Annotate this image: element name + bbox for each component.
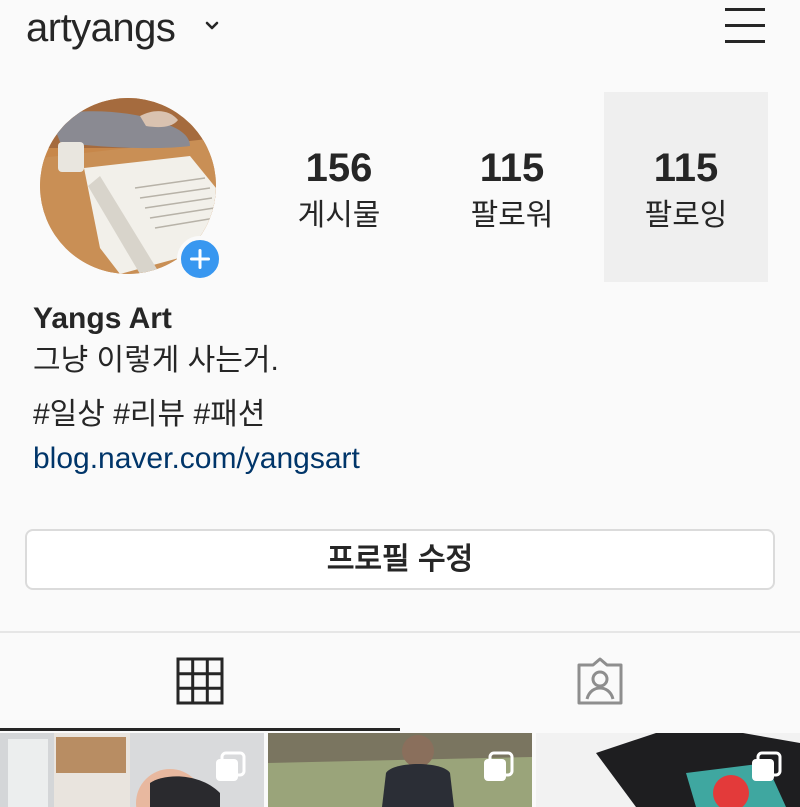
followers-count: 115	[479, 146, 545, 190]
tab-tagged[interactable]	[400, 633, 800, 731]
posts-stat[interactable]: 156 게시물	[257, 92, 421, 282]
grid-icon	[176, 657, 224, 705]
plus-icon	[190, 249, 210, 269]
profile-hashtags[interactable]: #일상 #리뷰 #패션	[33, 396, 265, 434]
profile-bio: 그냥 이렇게 사는거.	[33, 344, 279, 377]
post-thumbnail[interactable]	[536, 733, 800, 807]
top-bar: artyangs	[0, 0, 800, 60]
hamburger-menu-icon[interactable]	[722, 4, 768, 46]
multiple-photos-icon	[216, 751, 246, 781]
profile-name: Yangs Art	[33, 302, 172, 335]
edit-profile-button[interactable]: 프로필 수정	[25, 529, 775, 590]
posts-grid	[0, 733, 800, 807]
multiple-photos-icon	[752, 751, 782, 781]
multiple-photos-icon	[484, 751, 514, 781]
post-thumbnail[interactable]	[268, 733, 532, 807]
username-title[interactable]: artyangs	[26, 4, 176, 52]
tab-grid[interactable]	[0, 633, 400, 731]
add-story-button[interactable]	[177, 236, 223, 282]
posts-label: 게시물	[297, 199, 381, 232]
following-label: 팔로잉	[644, 199, 728, 232]
chevron-down-icon[interactable]	[203, 17, 221, 35]
active-tab-indicator	[0, 728, 400, 731]
following-stat[interactable]: 115 팔로잉	[604, 92, 768, 282]
following-count: 115	[653, 146, 719, 190]
profile-tabs	[0, 633, 800, 731]
followers-stat[interactable]: 115 팔로워	[430, 92, 594, 282]
tagged-person-icon	[577, 657, 623, 705]
post-thumbnail[interactable]	[0, 733, 264, 807]
followers-label: 팔로워	[470, 199, 554, 232]
posts-count: 156	[305, 146, 373, 190]
profile-website-link[interactable]: blog.naver.com/yangsart	[33, 440, 360, 478]
